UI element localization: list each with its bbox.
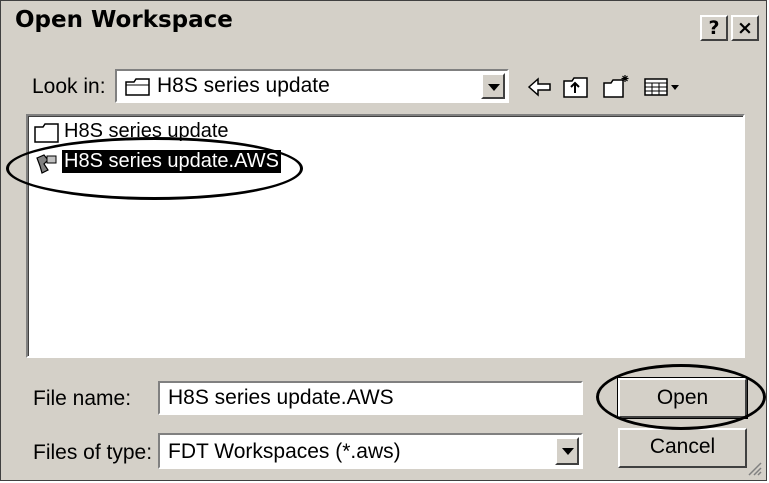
title-bar[interactable]: Open Workspace ? ×: [3, 3, 764, 46]
cancel-button[interactable]: Cancel: [618, 428, 747, 468]
window-title: Open Workspace: [15, 7, 233, 33]
close-button[interactable]: ×: [731, 15, 759, 41]
file-name-label: File name:: [33, 387, 132, 410]
up-folder-icon[interactable]: [561, 73, 591, 101]
back-icon[interactable]: [525, 73, 555, 101]
new-folder-icon[interactable]: [601, 73, 631, 101]
file-name-input[interactable]: H8S series update.AWS: [158, 381, 583, 415]
files-of-type-combo[interactable]: FDT Workspaces (*.aws): [158, 433, 583, 469]
workspace-file-icon: [34, 152, 60, 174]
files-of-type-label: Files of type:: [33, 441, 153, 464]
chevron-down-icon: [488, 84, 500, 91]
file-item-label: H8S series update: [64, 120, 229, 142]
look-in-value: H8S series update: [157, 74, 330, 97]
open-button[interactable]: Open: [617, 377, 748, 419]
chevron-down-icon: [562, 448, 574, 455]
look-in-combo[interactable]: H8S series update: [115, 69, 509, 103]
view-menu-icon[interactable]: [643, 73, 683, 101]
folder-icon: [125, 77, 151, 102]
look-in-label: Look in:: [32, 75, 106, 98]
folder-icon: [34, 122, 60, 144]
resize-grip-icon[interactable]: [746, 460, 762, 476]
files-of-type-value: FDT Workspaces (*.aws): [168, 440, 401, 463]
open-workspace-dialog: Open Workspace ? × Look in: H8S series u…: [0, 0, 767, 481]
files-of-type-dropdown-button[interactable]: [555, 437, 579, 465]
file-list[interactable]: H8S series update H8S series update.AWS: [26, 114, 745, 358]
help-button[interactable]: ?: [700, 15, 728, 41]
look-in-dropdown-button[interactable]: [481, 73, 505, 99]
file-item-label: H8S series update.AWS: [62, 150, 281, 173]
file-name-value: H8S series update.AWS: [168, 386, 394, 409]
